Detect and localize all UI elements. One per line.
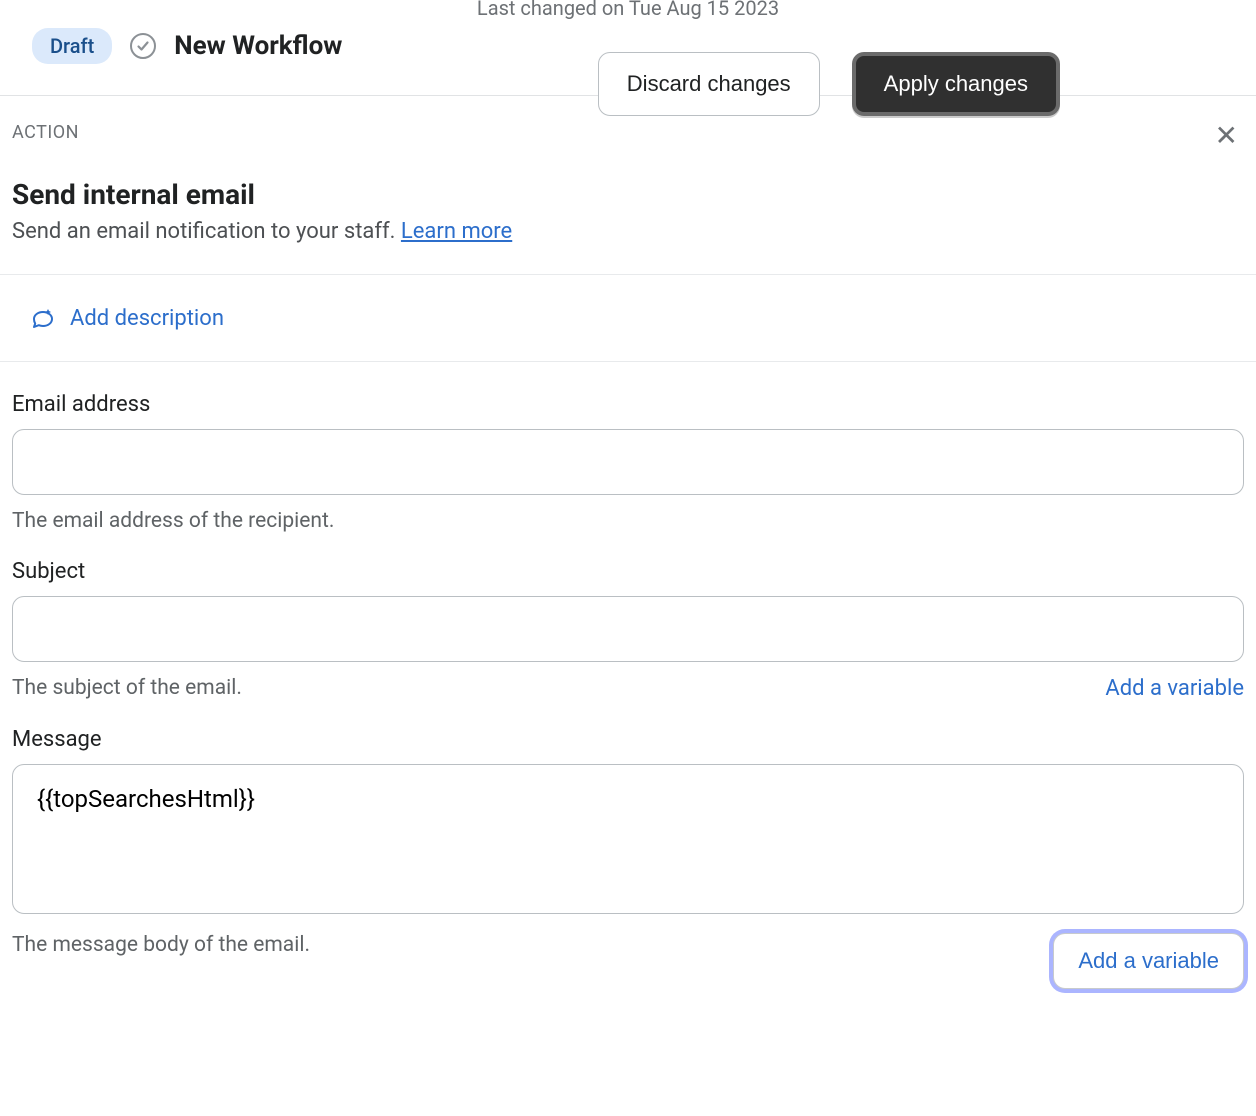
message-textarea[interactable] bbox=[12, 764, 1244, 914]
panel-title: Send internal email bbox=[0, 178, 1256, 211]
discard-changes-button[interactable]: Discard changes bbox=[598, 52, 820, 116]
subject-add-variable-link[interactable]: Add a variable bbox=[1105, 676, 1244, 701]
learn-more-link[interactable]: Learn more bbox=[401, 219, 512, 244]
panel-subtitle-text: Send an email notification to your staff… bbox=[12, 219, 401, 244]
header-actions: Discard changes Apply changes bbox=[598, 52, 1060, 116]
action-panel: ACTION ✕ Send internal email Send an ema… bbox=[0, 96, 1256, 1025]
message-help-text: The message body of the email. bbox=[12, 933, 310, 957]
subject-field-group: Subject The subject of the email. Add a … bbox=[12, 559, 1244, 701]
header-bar: Last changed on Tue Aug 15 2023 Draft Ne… bbox=[0, 0, 1256, 96]
header-left: Draft New Workflow bbox=[32, 28, 342, 64]
email-label: Email address bbox=[12, 392, 1244, 417]
subject-help-text: The subject of the email. bbox=[12, 676, 242, 700]
apply-changes-button[interactable]: Apply changes bbox=[852, 52, 1060, 116]
status-check-icon bbox=[130, 33, 156, 59]
last-changed-text: Last changed on Tue Aug 15 2023 bbox=[477, 0, 779, 20]
fields-section: Email address The email address of the r… bbox=[0, 362, 1256, 1025]
close-icon[interactable]: ✕ bbox=[1209, 122, 1244, 150]
add-description-label: Add description bbox=[70, 306, 224, 331]
description-icon bbox=[30, 305, 56, 331]
email-input[interactable] bbox=[12, 429, 1244, 495]
draft-badge: Draft bbox=[32, 28, 112, 64]
subject-input[interactable] bbox=[12, 596, 1244, 662]
message-label: Message bbox=[12, 727, 1244, 752]
email-help-text: The email address of the recipient. bbox=[12, 509, 334, 533]
subject-label: Subject bbox=[12, 559, 1244, 584]
message-field-group: Message The message body of the email. A… bbox=[12, 727, 1244, 989]
message-add-variable-button[interactable]: Add a variable bbox=[1053, 933, 1244, 989]
action-kicker: ACTION bbox=[12, 122, 79, 143]
panel-subtitle: Send an email notification to your staff… bbox=[0, 219, 1256, 275]
add-description-button[interactable]: Add description bbox=[0, 275, 1256, 362]
email-field-group: Email address The email address of the r… bbox=[12, 392, 1244, 533]
workflow-title: New Workflow bbox=[174, 31, 342, 61]
